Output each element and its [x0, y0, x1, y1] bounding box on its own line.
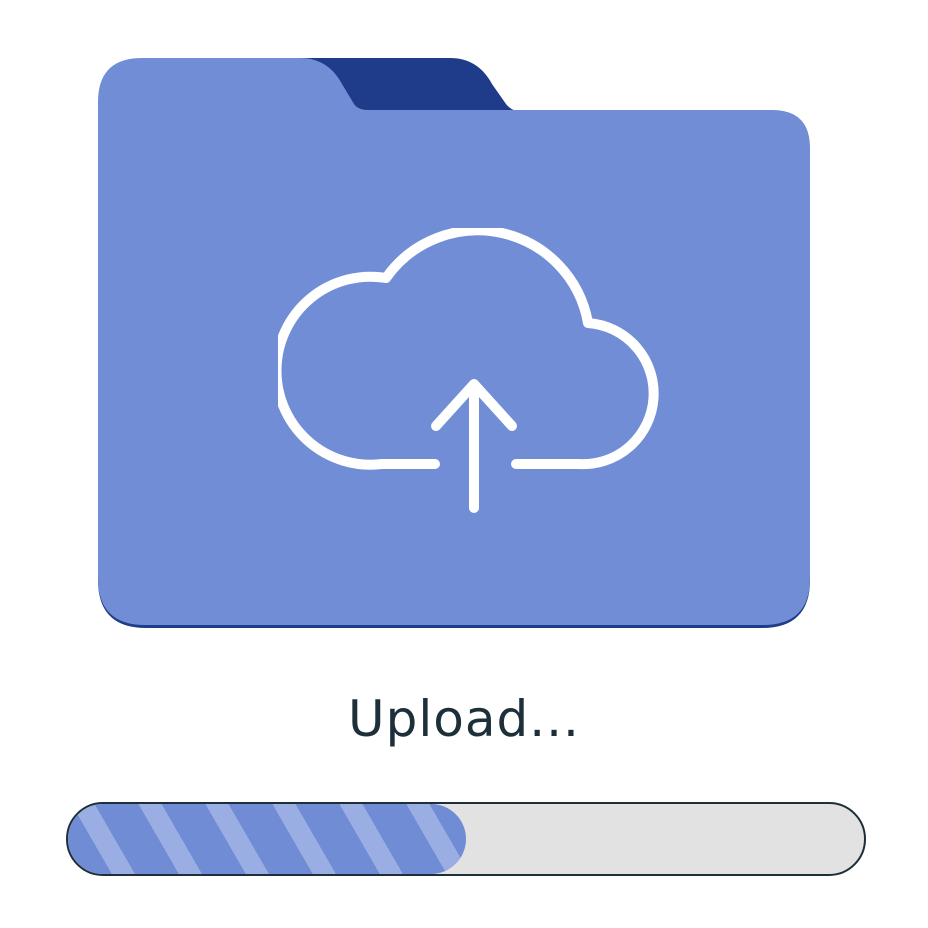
- cloud-upload-icon: [278, 228, 659, 513]
- upload-arrow: [431, 379, 517, 513]
- upload-progress-fill: [68, 804, 466, 874]
- upload-progress-bar: [66, 802, 866, 876]
- upload-status-text: Upload...: [348, 690, 580, 748]
- upload-screen: Upload...: [0, 0, 928, 928]
- cloud-outline: [278, 228, 659, 470]
